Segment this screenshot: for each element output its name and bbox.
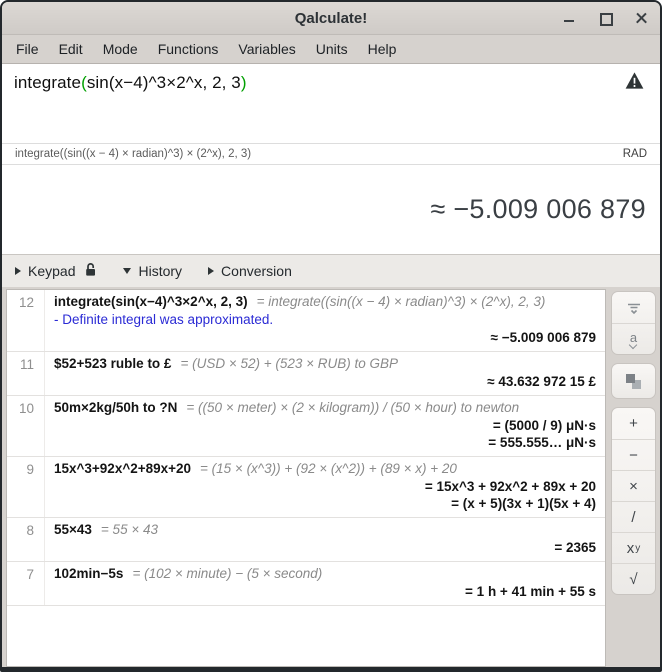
- history-input[interactable]: 102min−5s: [54, 566, 123, 581]
- format-options-button[interactable]: a: [612, 323, 655, 354]
- display-options-button[interactable]: [612, 292, 655, 323]
- history-input[interactable]: 50m×2kg/50h to ?N: [54, 400, 177, 415]
- panel-togglebar: Keypad History Conversion: [2, 254, 660, 287]
- history-index: 9: [7, 457, 45, 517]
- menu-file[interactable]: File: [6, 37, 49, 61]
- history-list[interactable]: 12 integrate(sin(x−4)^3×2^x, 2, 3) = inte…: [6, 289, 606, 667]
- result-value: ≈ −5.009 006 879: [430, 194, 646, 225]
- keypad-lock-icon[interactable]: [84, 262, 97, 280]
- history-result[interactable]: = 15x^3 + 92x^2 + 89x + 20: [54, 479, 596, 494]
- history-index: 8: [7, 518, 45, 561]
- sqrt-button[interactable]: √: [612, 563, 655, 594]
- parsed-expression: integrate((sin((x − 4) × radian)^3) × (2…: [15, 148, 251, 160]
- expression-arguments: sin(x−4)^3×2^x, 2, 3: [87, 73, 241, 92]
- history-input[interactable]: 55×43: [54, 522, 92, 537]
- menu-units[interactable]: Units: [306, 37, 358, 61]
- keypad-toggle-label: Keypad: [28, 263, 75, 279]
- history-panel: 12 integrate(sin(x−4)^3×2^x, 2, 3) = inte…: [2, 287, 660, 667]
- history-result[interactable]: ≈ −5.009 006 879: [54, 330, 596, 345]
- history-index: 12: [7, 290, 45, 351]
- history-result[interactable]: = 555.555… μN·s: [54, 435, 596, 450]
- chevron-right-icon: [15, 267, 21, 275]
- maximize-icon[interactable]: [598, 11, 612, 25]
- history-parsed: = (102 × minute) − (5 × second): [132, 566, 322, 581]
- chevron-down-icon: [123, 268, 131, 274]
- copy-group: [611, 363, 656, 399]
- history-row[interactable]: 9 15x^3+92x^2+89x+20 = (15 × (x^3)) + (92…: [7, 457, 605, 518]
- expression-text: integrate(sin(x−4)^3×2^x, 2, 3): [14, 73, 648, 93]
- conversion-toggle[interactable]: Conversion: [208, 263, 292, 279]
- angle-mode-indicator[interactable]: RAD: [623, 148, 647, 160]
- minus-button[interactable]: −: [612, 439, 655, 470]
- matched-close-paren: ): [241, 73, 247, 92]
- copy-icon: [626, 374, 641, 389]
- history-row[interactable]: 10 50m×2kg/50h to ?N = ((50 × meter) × (2…: [7, 396, 605, 457]
- history-index: 10: [7, 396, 45, 456]
- menu-help[interactable]: Help: [358, 37, 407, 61]
- history-parsed: = ((50 × meter) × (2 × kilogram)) / (50 …: [186, 400, 519, 415]
- history-parsed: = (USD × 52) + (523 × RUB) to GBP: [180, 356, 398, 371]
- history-result[interactable]: = 2365: [54, 540, 596, 555]
- expression-function: integrate: [14, 73, 81, 92]
- history-row[interactable]: 12 integrate(sin(x−4)^3×2^x, 2, 3) = inte…: [7, 290, 605, 352]
- parse-statusbar: integrate((sin((x − 4) × radian)^3) × (2…: [2, 143, 660, 165]
- history-row[interactable]: 7 102min−5s = (102 × minute) − (5 × secon…: [7, 562, 605, 606]
- close-icon[interactable]: [634, 11, 648, 25]
- history-parsed: = (15 × (x^3)) + (92 × (x^2)) + (89 × x)…: [200, 461, 457, 476]
- copy-button[interactable]: [612, 364, 655, 398]
- divide-button[interactable]: /: [612, 501, 655, 532]
- plus-button[interactable]: +: [612, 408, 655, 439]
- menubar: File Edit Mode Functions Variables Units…: [2, 35, 660, 63]
- history-result[interactable]: = (x + 5)(3x + 1)(5x + 4): [54, 496, 596, 511]
- history-menu-group: a: [611, 291, 656, 355]
- history-index: 11: [7, 352, 45, 395]
- power-button[interactable]: xy: [612, 532, 655, 563]
- menu-functions[interactable]: Functions: [148, 37, 229, 61]
- history-result[interactable]: = 1 h + 41 min + 55 s: [54, 584, 596, 599]
- result-display: ≈ −5.009 006 879: [2, 165, 660, 254]
- warning-icon[interactable]: [625, 72, 644, 94]
- expression-input[interactable]: integrate(sin(x−4)^3×2^x, 2, 3): [2, 63, 660, 143]
- titlebar[interactable]: Qalculate!: [2, 2, 660, 35]
- keypad-toggle[interactable]: Keypad: [15, 262, 97, 280]
- menu-mode[interactable]: Mode: [93, 37, 148, 61]
- history-message: - Definite integral was approximated.: [54, 312, 596, 327]
- history-toggle-label: History: [138, 263, 182, 279]
- history-index: 7: [7, 562, 45, 605]
- multiply-button[interactable]: ×: [612, 470, 655, 501]
- history-parsed: = 55 × 43: [101, 522, 158, 537]
- history-parsed: = integrate((sin((x − 4) × radian)^3) × …: [257, 294, 546, 309]
- conversion-toggle-label: Conversion: [221, 263, 292, 279]
- history-side-buttons: a + − × / xy √: [611, 289, 656, 667]
- history-row[interactable]: 8 55×43 = 55 × 43 = 2365: [7, 518, 605, 562]
- history-input[interactable]: 15x^3+92x^2+89x+20: [54, 461, 191, 476]
- menu-edit[interactable]: Edit: [49, 37, 93, 61]
- chevron-right-icon: [208, 267, 214, 275]
- letter-a-dropdown-icon: a: [630, 331, 637, 348]
- history-row[interactable]: 11 $52+523 ruble to £ = (USD × 52) + (523…: [7, 352, 605, 396]
- history-toggle[interactable]: History: [123, 263, 182, 279]
- history-input[interactable]: integrate(sin(x−4)^3×2^x, 2, 3): [54, 294, 248, 309]
- menu-variables[interactable]: Variables: [228, 37, 305, 61]
- history-result[interactable]: = (5000 / 9) μN·s: [54, 418, 596, 433]
- qalculate-window: Qalculate! File Edit Mode Functions Vari…: [0, 0, 662, 672]
- minimize-icon[interactable]: [562, 11, 576, 25]
- history-input[interactable]: $52+523 ruble to £: [54, 356, 171, 371]
- window-controls: [562, 2, 648, 34]
- history-result[interactable]: ≈ 43.632 972 15 £: [54, 374, 596, 389]
- operator-group: + − × / xy √: [611, 407, 656, 595]
